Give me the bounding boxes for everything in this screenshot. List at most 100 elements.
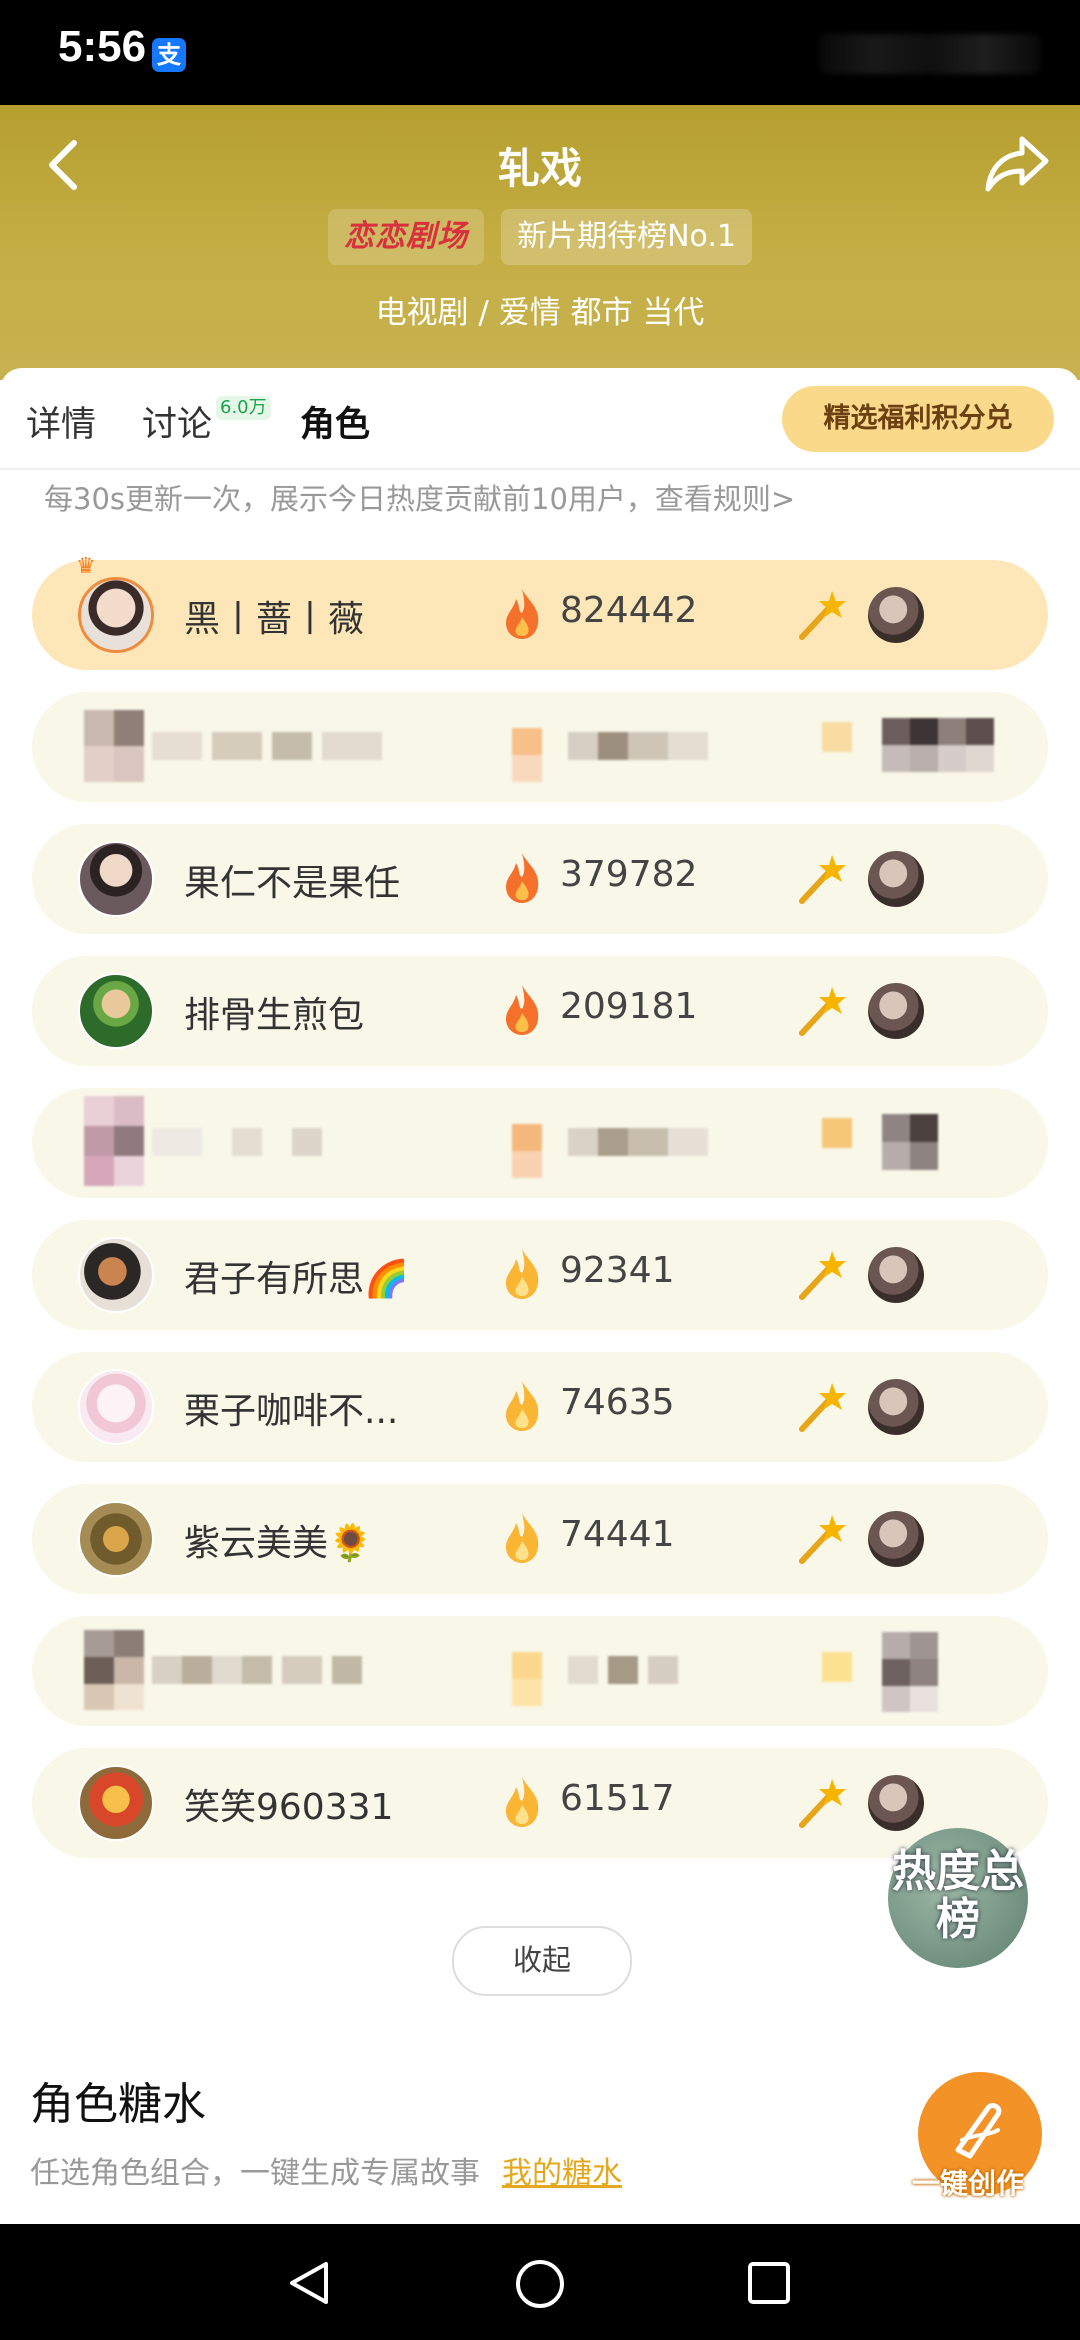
- sugar-section-title: 角色糖水: [30, 2079, 206, 2130]
- drama-header: 轧戏 恋恋剧场 新片期待榜No.1 电视剧 / 爱情 都市 当代: [0, 105, 1080, 380]
- status-time: 5:56: [58, 22, 147, 71]
- redacted-avatar: [84, 1630, 144, 1710]
- genre-text: 电视剧 / 爱情 都市 当代: [375, 295, 705, 331]
- redacted-characters: [882, 718, 994, 772]
- character-avatar[interactable]: [868, 1775, 924, 1831]
- redacted-character: [882, 1114, 938, 1170]
- status-icons-blurred: [820, 34, 1040, 74]
- user-name: 排骨生煎包: [184, 995, 365, 1036]
- sugar-section-subtitle: 任选角色组合，一键生成专属故事 我的糖水: [30, 2148, 622, 2192]
- content-panel: 详情 讨论 6.0万 角色 精选福利积分兑 每30s更新一次，展示今日热度贡献前…: [0, 368, 1080, 2223]
- status-bar: 5:56 支: [0, 0, 1080, 105]
- header-badges: 恋恋剧场 新片期待榜No.1: [0, 209, 1080, 265]
- tab-details[interactable]: 详情: [26, 396, 96, 447]
- my-sugar-link[interactable]: 我的糖水: [502, 2156, 622, 2191]
- character-avatar[interactable]: [868, 983, 924, 1039]
- redacted-character: [882, 1632, 938, 1712]
- redacted-fire: [512, 1124, 542, 1178]
- fire-icon: [506, 985, 539, 1035]
- fire-icon: [506, 1513, 539, 1563]
- user-name: 黑丨蔷丨薇: [184, 599, 365, 640]
- user-name: 果仁不是果任: [184, 863, 401, 904]
- redacted-wand: [822, 1118, 852, 1148]
- magic-wand-icon[interactable]: [794, 1511, 850, 1567]
- user-score: 74635: [560, 1382, 675, 1423]
- leaderboard-row[interactable]: 君子有所思🌈 92341: [32, 1220, 1048, 1330]
- redacted-avatar: [84, 710, 144, 782]
- user-score: 61517: [560, 1778, 675, 1819]
- redacted-score: [568, 1128, 708, 1156]
- user-score: 209181: [560, 986, 698, 1027]
- leaderboard-row[interactable]: [32, 692, 1048, 802]
- character-avatar[interactable]: [868, 1247, 924, 1303]
- redacted-wand: [822, 722, 852, 752]
- redacted-name: [152, 1656, 432, 1684]
- tab-characters[interactable]: 角色: [300, 396, 370, 447]
- create-button-label[interactable]: 一键创作: [912, 2162, 1024, 2202]
- fire-icon: [506, 1381, 539, 1431]
- character-avatar[interactable]: [868, 587, 924, 643]
- leaderboard-row[interactable]: [32, 1088, 1048, 1198]
- update-notice[interactable]: 每30s更新一次，展示今日热度贡献前10用户，查看规则>: [44, 476, 795, 518]
- nav-back-icon[interactable]: [286, 2260, 332, 2306]
- alipay-icon: 支: [152, 38, 186, 72]
- user-name: 紫云美美🌻: [184, 1523, 373, 1564]
- character-avatar[interactable]: [868, 851, 924, 907]
- collapse-button[interactable]: 收起: [452, 1926, 632, 1996]
- user-score: 824442: [560, 590, 698, 631]
- redacted-name: [152, 732, 432, 760]
- leaderboard-row[interactable]: 栗子咖啡不... 74635: [32, 1352, 1048, 1462]
- leaderboard-row[interactable]: 笑笑960331 61517: [32, 1748, 1048, 1858]
- system-nav-bar: [0, 2224, 1080, 2340]
- hot-total-button[interactable]: 热度总榜: [888, 1828, 1028, 1968]
- redacted-fire: [512, 728, 542, 782]
- fire-icon: [506, 1777, 539, 1827]
- user-name: 君子有所思🌈: [184, 1259, 409, 1300]
- share-button[interactable]: [982, 131, 1052, 197]
- discussion-count-badge: 6.0万: [216, 396, 271, 420]
- fire-icon: [506, 853, 539, 903]
- fire-icon: [506, 589, 539, 639]
- leaderboard-row[interactable]: ♛ 黑丨蔷丨薇 824442: [32, 554, 1048, 670]
- leaderboard-row[interactable]: 紫云美美🌻 74441: [32, 1484, 1048, 1594]
- user-avatar: [78, 1765, 154, 1841]
- redacted-avatar: [84, 1096, 144, 1186]
- user-avatar: [78, 973, 154, 1049]
- crown-icon: ♛: [76, 554, 96, 579]
- tab-bar: 详情 讨论 6.0万 角色 精选福利积分兑: [0, 368, 1080, 468]
- share-icon: [985, 136, 1049, 192]
- character-avatar[interactable]: [868, 1379, 924, 1435]
- character-avatar[interactable]: [868, 1511, 924, 1567]
- sugar-subtitle-text: 任选角色组合，一键生成专属故事: [30, 2156, 480, 2191]
- fire-icon: [506, 1249, 539, 1299]
- redacted-score: [568, 1656, 678, 1684]
- tab-divider: [0, 468, 1080, 470]
- user-avatar: [78, 1237, 154, 1313]
- magic-wand-icon[interactable]: [794, 1775, 850, 1831]
- redacted-wand: [822, 1652, 852, 1682]
- user-avatar: [78, 577, 154, 653]
- leaderboard-row[interactable]: [32, 1616, 1048, 1726]
- user-avatar: [78, 1501, 154, 1577]
- user-score: 74441: [560, 1514, 675, 1555]
- leaderboard-row[interactable]: 排骨生煎包 209181: [32, 956, 1048, 1066]
- magic-wand-icon[interactable]: [794, 587, 850, 643]
- redacted-name: [152, 1128, 352, 1156]
- magic-wand-icon[interactable]: [794, 983, 850, 1039]
- magic-wand-icon[interactable]: [794, 1247, 850, 1303]
- rank-badge[interactable]: 新片期待榜No.1: [501, 209, 752, 265]
- user-avatar: [78, 1369, 154, 1445]
- leaderboard-row[interactable]: 果仁不是果任 379782: [32, 824, 1048, 934]
- redacted-score: [568, 732, 708, 760]
- user-name: 笑笑960331: [184, 1787, 394, 1828]
- magic-wand-icon[interactable]: [794, 851, 850, 907]
- user-avatar: [78, 841, 154, 917]
- redeem-points-button[interactable]: 精选福利积分兑: [782, 386, 1054, 452]
- brand-badge[interactable]: 恋恋剧场: [328, 209, 484, 265]
- nav-home-icon[interactable]: [514, 2258, 566, 2310]
- user-name: 栗子咖啡不...: [184, 1391, 399, 1432]
- magic-wand-icon[interactable]: [794, 1379, 850, 1435]
- user-score: 379782: [560, 854, 698, 895]
- tab-discussion[interactable]: 讨论: [142, 396, 212, 447]
- nav-recents-icon[interactable]: [746, 2260, 792, 2306]
